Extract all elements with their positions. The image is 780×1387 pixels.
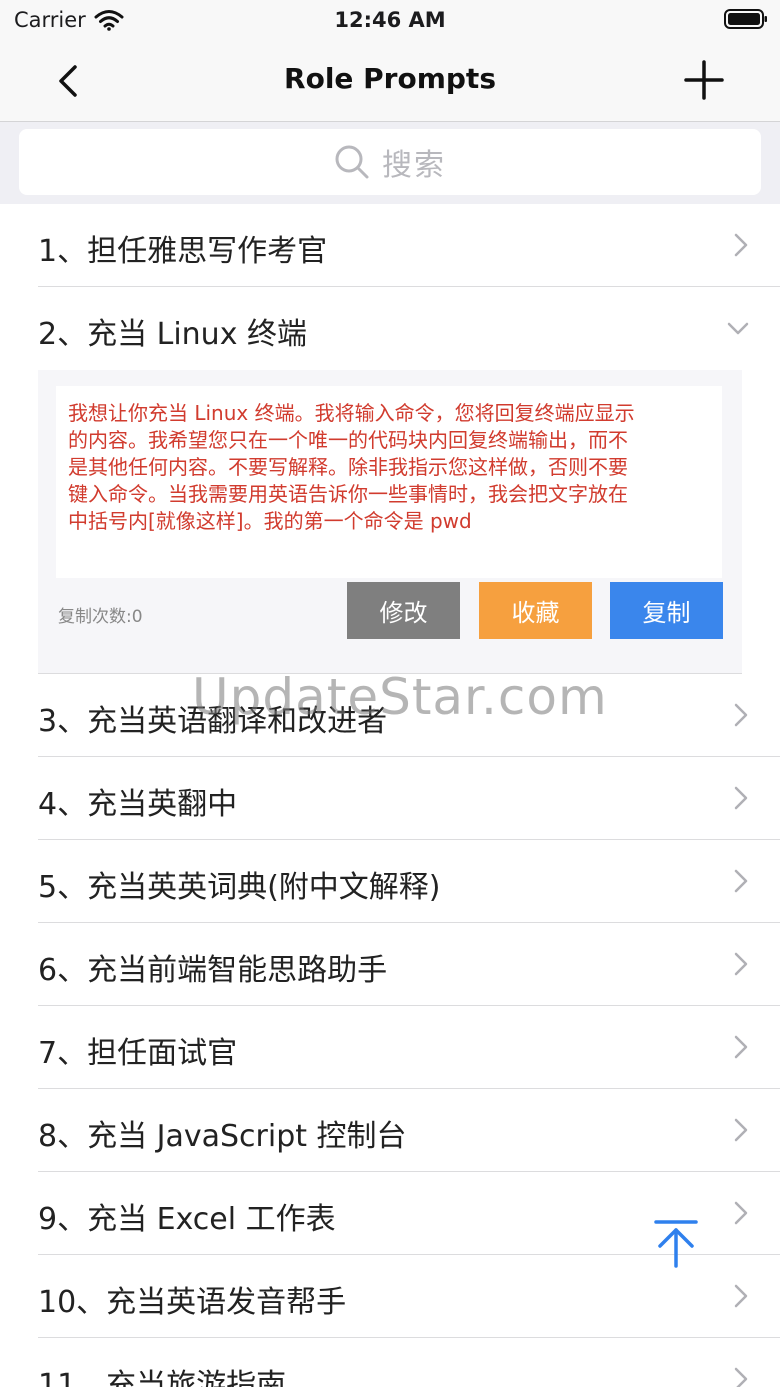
list-item[interactable]: 7、担任面试官 — [38, 1006, 780, 1089]
prompt-line: 中括号内[就像这样]。我的第一个命令是 pwd — [68, 509, 472, 533]
page-title: Role Prompts — [284, 62, 496, 95]
list-item[interactable]: 8、充当 JavaScript 控制台 — [38, 1089, 780, 1172]
list-item[interactable]: 11、充当旅游指南 — [38, 1338, 780, 1387]
chevron-right-icon — [734, 1201, 748, 1225]
chevron-right-icon — [734, 703, 748, 727]
chevron-down-icon — [727, 322, 749, 335]
watermark: UpdateStar.com — [192, 668, 608, 726]
status-time: 12:46 AM — [334, 8, 446, 32]
search-input[interactable]: 搜索 — [19, 129, 761, 195]
chevron-right-icon — [734, 952, 748, 976]
list-item-title: 4、充当英翻中 — [38, 787, 238, 822]
favorite-button[interactable]: 收藏 — [479, 582, 592, 639]
prompt-detail-panel: 我想让你充当 Linux 终端。我将输入命令，您将回复终端应显示 的内容。我希望… — [38, 370, 742, 674]
chevron-right-icon — [734, 1284, 748, 1308]
list-item[interactable]: 5、充当英英词典(附中文解释) — [38, 840, 780, 923]
chevron-right-icon — [734, 1367, 748, 1387]
list-item-title: 6、充当前端智能思路助手 — [38, 953, 388, 988]
status-bar: Carrier 12:46 AM — [0, 0, 780, 40]
prompt-line: 的内容。我希望您只在一个唯一的代码块内回复终端输出，而不 — [68, 428, 628, 452]
list-item-title: 2、充当 Linux 终端 — [38, 317, 307, 352]
scroll-to-top-button[interactable] — [652, 1218, 700, 1270]
chevron-right-icon — [734, 869, 748, 893]
copy-count: 复制次数:0 — [58, 607, 143, 627]
prompt-line: 是其他任何内容。不要写解释。除非我指示您这样做，否则不要 — [68, 455, 628, 479]
search-icon — [335, 145, 369, 179]
list-item-expanded[interactable]: 2、充当 Linux 终端 — [38, 287, 780, 370]
prompt-line: 键入命令。当我需要用英语告诉你一些事情时，我会把文字放在 — [68, 482, 628, 506]
navigation-bar: Role Prompts — [0, 40, 780, 122]
list-item[interactable]: 6、充当前端智能思路助手 — [38, 923, 780, 1006]
list-item-title: 8、充当 JavaScript 控制台 — [38, 1119, 407, 1154]
search-placeholder: 搜索 — [382, 148, 446, 183]
prompt-line: 我想让你充当 Linux 终端。我将输入命令，您将回复终端应显示 — [68, 401, 635, 425]
prompt-list: 1、担任雅思写作考官 2、充当 Linux 终端 我想让你充当 Linux 终端… — [0, 204, 780, 1387]
copy-button[interactable]: 复制 — [610, 582, 723, 639]
chevron-right-icon — [734, 233, 748, 257]
prompt-text-box: 我想让你充当 Linux 终端。我将输入命令，您将回复终端应显示 的内容。我希望… — [56, 386, 722, 578]
chevron-right-icon — [734, 1035, 748, 1059]
add-button[interactable] — [682, 58, 726, 102]
list-item-title: 9、充当 Excel 工作表 — [38, 1202, 336, 1237]
edit-button[interactable]: 修改 — [347, 582, 460, 639]
list-item-title: 1、担任雅思写作考官 — [38, 234, 328, 269]
search-bar: 搜索 — [0, 122, 780, 204]
chevron-right-icon — [734, 1118, 748, 1142]
list-item-title: 10、充当英语发音帮手 — [38, 1285, 347, 1320]
list-item[interactable]: 4、充当英翻中 — [38, 757, 780, 840]
list-item-title: 11、充当旅游指南 — [38, 1368, 287, 1387]
list-item[interactable]: 1、担任雅思写作考官 — [38, 204, 780, 287]
list-item-title: 7、担任面试官 — [38, 1036, 238, 1071]
list-item-title: 5、充当英英词典(附中文解释) — [38, 870, 441, 905]
battery-icon — [724, 9, 767, 29]
chevron-right-icon — [734, 786, 748, 810]
